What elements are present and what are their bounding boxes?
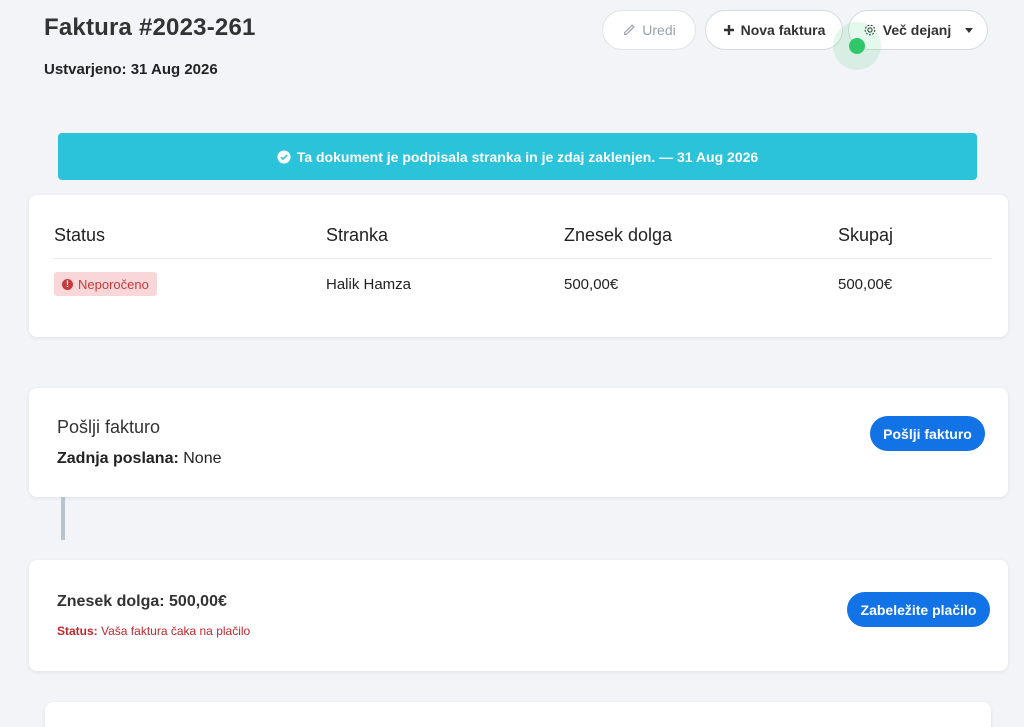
page-title: Faktura #2023-261	[44, 14, 256, 41]
created-date: Ustvarjeno: 31 Aug 2026	[44, 61, 218, 78]
created-label: Ustvarjeno:	[44, 61, 127, 78]
payment-status: Status: Vaša faktura čaka na plačilo	[57, 624, 250, 638]
header-total: Skupaj	[838, 225, 894, 245]
locked-alert: Ta dokument je podpisala stranka in je z…	[58, 133, 977, 180]
amount-due-heading: Znesek dolga: 500,00€	[57, 593, 227, 610]
payment-status-label: Status:	[57, 624, 98, 638]
header-customer: Stranka	[326, 225, 389, 245]
plus-icon	[723, 25, 734, 35]
created-value: 31 Aug 2026	[130, 61, 218, 78]
edit-button[interactable]: Uredi	[602, 10, 696, 50]
check-circle-icon	[277, 149, 291, 164]
record-payment-button[interactable]: Zabeležite plačilo	[847, 592, 990, 627]
send-invoice-title: Pošlji fakturo	[57, 417, 161, 437]
payment-status-text: Vaša faktura čaka na plačilo	[101, 624, 251, 638]
alert-text: Ta dokument je podpisala stranka in je z…	[296, 148, 759, 165]
exclamation-icon: !	[62, 278, 73, 290]
status-badge: ! Neporočeno	[54, 272, 157, 296]
last-sent: Zadnja poslana: None	[57, 450, 222, 468]
chevron-down-icon	[965, 27, 974, 33]
new-invoice-label: Nova faktura	[740, 22, 826, 38]
cursor-pointer	[849, 38, 865, 54]
status-badge-label: Neporočeno	[78, 276, 149, 292]
send-invoice-card: Pošlji fakturo Zadnja poslana: None Pošl…	[29, 388, 1008, 497]
customer-name: Halik Hamza	[326, 276, 412, 293]
edit-label: Uredi	[642, 22, 676, 38]
send-invoice-button[interactable]: Pošlji fakturo	[870, 416, 985, 451]
table-divider	[53, 258, 992, 259]
new-invoice-button[interactable]: Nova faktura	[705, 10, 843, 50]
pencil-icon	[624, 24, 635, 35]
header-amount-due: Znesek dolga	[564, 225, 673, 245]
timeline-connector	[61, 497, 65, 540]
more-actions-label: Več dejanj	[882, 22, 952, 38]
last-sent-label: Zadnja poslana:	[57, 450, 179, 467]
header-status: Status	[54, 225, 106, 245]
payment-card: Znesek dolga: 500,00€ Status: Vaša faktu…	[29, 560, 1008, 671]
amount-due-value: 500,00€	[564, 276, 619, 293]
total-value: 500,00€	[838, 276, 893, 293]
last-sent-value: None	[183, 450, 222, 467]
invoice-summary-card: Status Stranka Znesek dolga Skupaj ! Nep…	[29, 195, 1008, 337]
next-card	[45, 702, 991, 727]
